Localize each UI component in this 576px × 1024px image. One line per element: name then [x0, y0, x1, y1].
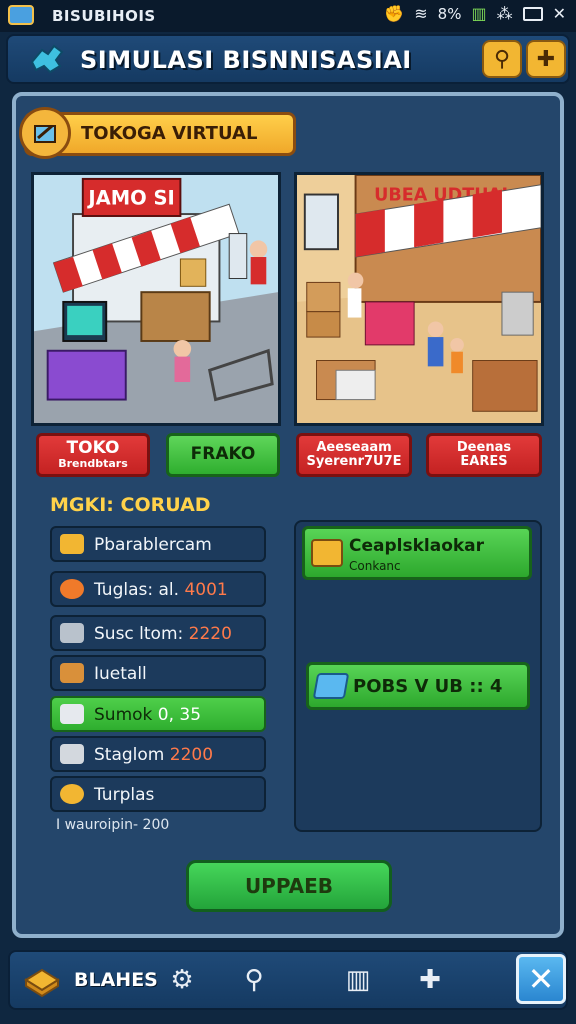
list-item[interactable]: Iuetall	[50, 655, 266, 691]
gold-stack-icon[interactable]	[22, 960, 62, 998]
frako-button-label: FRAKO	[190, 444, 256, 465]
list-item[interactable]: Tuglas: al. 4001	[50, 571, 266, 607]
battery-icon	[522, 6, 543, 21]
list-item-label: Susc ltom: 2220	[94, 624, 232, 644]
list-item-label: Pbarablercam	[94, 535, 212, 555]
section-title: MGKI: CORUAD	[50, 494, 211, 516]
app-icon	[8, 5, 34, 25]
deenas-button-sublabel: EARES	[460, 454, 508, 469]
card-title: Ceaplsklaokar	[349, 536, 485, 556]
list-item-label: Tuglas: al. 4001	[94, 580, 228, 600]
list-item-label: Staglom 2200	[94, 745, 214, 765]
search-icon[interactable]: ⚲	[236, 962, 272, 998]
list-item-active[interactable]: Sumok 0, 35	[50, 696, 266, 732]
puzzle-button[interactable]: ✚	[526, 40, 566, 78]
orange-ball-icon	[60, 579, 84, 599]
wifi-icon: ≋	[414, 4, 428, 23]
frako-button[interactable]: FRAKO	[166, 433, 280, 477]
pobs-stat-button[interactable]: POBS V UB :: 4	[306, 662, 530, 710]
nav-label: BLAHES	[74, 969, 158, 991]
store-scene-right[interactable]: UBEA UDTUAL	[294, 172, 544, 426]
list-item[interactable]: Pbarablercam	[50, 526, 266, 562]
deenas-button-label: Deenas	[456, 440, 512, 456]
close-icon[interactable]: ✕	[553, 4, 566, 23]
page-title: SIMULASI BISNNISASIAI	[80, 46, 412, 74]
gold-bar-icon	[60, 534, 84, 554]
status-bar-title: BISUBIHOIS	[52, 7, 156, 25]
status-icons: ✊ ≋ 8% ▥ ⁂ ✕	[384, 4, 566, 23]
toko-button-label: TOKO	[66, 438, 120, 459]
list-item[interactable]: Turplas	[50, 776, 266, 812]
puzzle-logo-icon	[30, 44, 64, 74]
close-button[interactable]: ✕	[516, 954, 566, 1004]
battery-percent: 8%	[437, 4, 462, 23]
list-item-label: Turplas	[94, 785, 155, 805]
box-icon	[60, 704, 84, 724]
header-bar: SIMULASI BISNNISASIAI ⚲ ✚	[6, 34, 570, 84]
tools-icon	[60, 623, 84, 643]
list-item-value: 0, 35	[157, 705, 202, 725]
right-panel: Ceaplsklaokar Conkanc POBS V UB :: 4	[294, 520, 542, 832]
footnote-text: I wauroipin- 200	[56, 817, 170, 833]
network-icon: ⁂	[496, 4, 513, 23]
aeeseaam-button-label: Aeeseaam	[316, 440, 392, 456]
gold-bar-icon	[311, 539, 343, 567]
toko-button[interactable]: TOKO Brendbtars	[36, 433, 150, 477]
stat-label: POBS V UB :: 4	[353, 676, 503, 697]
puzzle-icon[interactable]: ✚	[412, 962, 448, 998]
runner-icon	[60, 784, 84, 804]
status-bar: BISUBIHOIS ✊ ≋ 8% ▥ ⁂ ✕	[0, 0, 576, 32]
store-banner: TOKOGA VIRTUAL	[19, 107, 296, 159]
bottom-nav: BLAHES ⚙ ⚲ ▥ ✚ ✕	[8, 950, 568, 1010]
list-item-label: Sumok 0, 35	[94, 705, 202, 725]
map-icon[interactable]: ▥	[340, 962, 376, 998]
left-sign-text: JAMO SI	[86, 186, 174, 209]
ceaplsklaokar-card[interactable]: Ceaplsklaokar Conkanc	[302, 526, 532, 580]
list-item-value: 4001	[184, 580, 228, 600]
search-icon: ⚲	[493, 46, 511, 72]
toko-button-sublabel: Brendbtars	[58, 457, 128, 471]
puzzle-icon: ✚	[536, 46, 556, 72]
blue-gem-icon	[312, 673, 350, 699]
store-icon	[19, 107, 71, 159]
upgrade-button[interactable]: UPPAEB	[186, 860, 392, 912]
crate-icon	[60, 663, 84, 683]
gear-icon[interactable]: ⚙	[164, 962, 200, 998]
list-item[interactable]: Susc ltom: 2220	[50, 615, 266, 651]
notification-icon: ✊	[384, 4, 405, 23]
card-subtitle: Conkanc	[349, 559, 401, 573]
search-button[interactable]: ⚲	[482, 40, 522, 78]
list-item[interactable]: Staglom 2200	[50, 736, 266, 772]
list-item-label: Iuetall	[94, 664, 147, 684]
deenas-button[interactable]: Deenas EARES	[426, 433, 542, 477]
list-item-value: 2220	[188, 624, 232, 644]
package-icon	[60, 744, 84, 764]
aeeseaam-button-sublabel: Syerenr7U7E	[306, 454, 402, 469]
signal-icon: ▥	[471, 4, 487, 23]
list-item-value: 2200	[169, 745, 214, 765]
banner-title: TOKOGA VIRTUAL	[81, 123, 258, 144]
aeeseaam-button[interactable]: Aeeseaam Syerenr7U7E	[296, 433, 412, 477]
store-scene-left[interactable]: JAMO SI	[31, 172, 281, 426]
close-icon: ✕	[527, 960, 555, 998]
